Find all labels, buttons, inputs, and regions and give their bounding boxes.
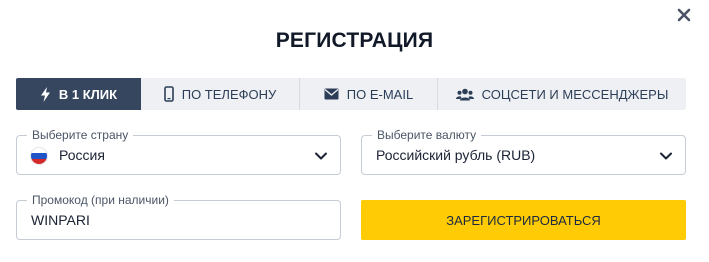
registration-tabs: В 1 КЛИК ПО ТЕЛЕФОНУ ПО E-MAIL СОЦСЕТИ И… (16, 78, 686, 110)
close-icon (677, 8, 691, 22)
country-select-label: Выберите страну (27, 127, 134, 143)
register-button[interactable]: ЗАРЕГИСТРИРОВАТЬСЯ (361, 200, 686, 240)
users-icon (455, 88, 474, 100)
chevron-down-icon (660, 152, 672, 160)
tab-label: В 1 КЛИК (58, 86, 118, 102)
tab-label: СОЦСЕТИ И МЕССЕНДЖЕРЫ (481, 86, 669, 102)
tab-label: ПО E-MAIL (346, 86, 414, 102)
lightning-icon (40, 86, 50, 102)
currency-select[interactable]: Выберите валюту Российский рубль (RUB) (361, 127, 686, 175)
russia-flag-icon (31, 148, 47, 164)
close-button[interactable] (674, 5, 694, 25)
registration-dialog: РЕГИСТРАЦИЯ В 1 КЛИК ПО ТЕЛЕФОНУ ПО E-MA… (0, 0, 709, 262)
promo-code-value: WINPARI (31, 212, 90, 228)
envelope-icon (324, 88, 339, 100)
dialog-title: РЕГИСТРАЦИЯ (275, 29, 434, 52)
country-select-value: Россия (59, 147, 105, 163)
phone-icon (163, 86, 174, 102)
country-select[interactable]: Выберите страну Россия (16, 127, 341, 175)
tab-one-click[interactable]: В 1 КЛИК (16, 78, 141, 110)
tab-label: ПО ТЕЛЕФОНУ (181, 86, 277, 102)
tab-phone[interactable]: ПО ТЕЛЕФОНУ (141, 78, 299, 110)
tab-email[interactable]: ПО E-MAIL (299, 78, 437, 110)
currency-select-label: Выберите валюту (372, 127, 482, 143)
tab-social[interactable]: СОЦСЕТИ И МЕССЕНДЖЕРЫ (437, 78, 686, 110)
chevron-down-icon (315, 152, 327, 160)
promo-code-label: Промокод (при наличии) (27, 192, 174, 208)
promo-code-input[interactable]: Промокод (при наличии) WINPARI (16, 192, 341, 240)
currency-select-value: Российский рубль (RUB) (376, 147, 536, 163)
